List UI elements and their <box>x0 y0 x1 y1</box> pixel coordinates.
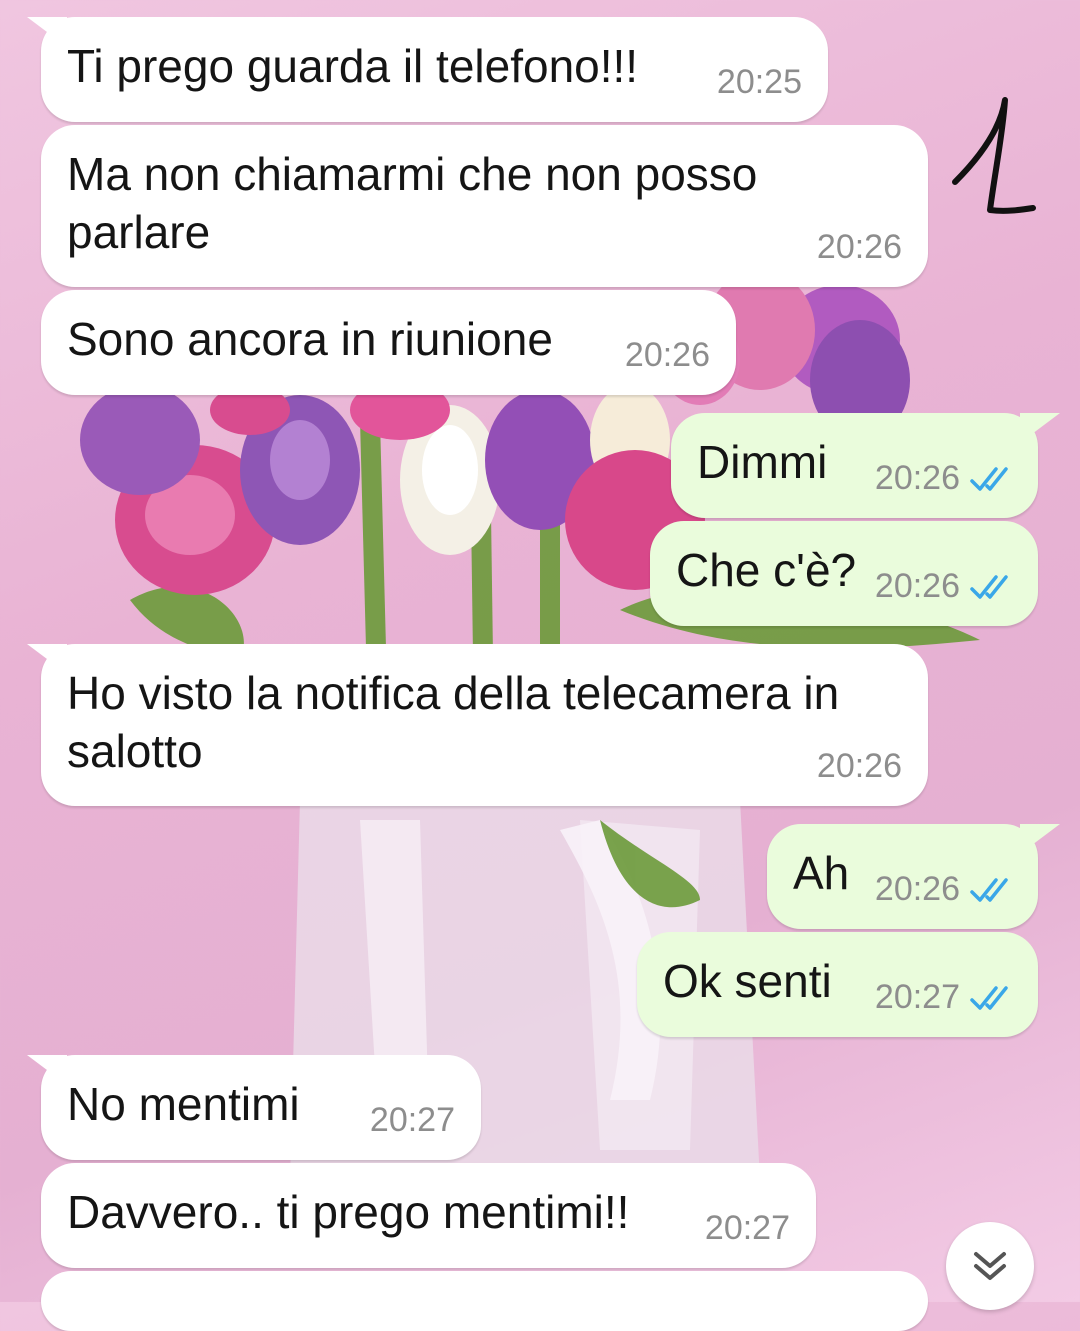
message-time: 20:25 <box>716 63 802 101</box>
read-double-check-icon <box>970 878 1008 902</box>
message-incoming[interactable]: Sono ancora in riunione 20:26 <box>41 290 736 395</box>
message-text: Ok senti <box>663 955 832 1007</box>
message-text: Dimmi <box>697 436 828 488</box>
read-double-check-icon <box>970 467 1008 491</box>
message-time: 20:26 <box>816 228 902 266</box>
handwritten-number-annotation <box>952 97 1036 214</box>
message-outgoing[interactable]: Che c'è? 20:26 <box>650 521 1038 626</box>
bubble-tail <box>27 17 67 47</box>
message-time: 20:27 <box>704 1209 790 1247</box>
message-time: 20:27 <box>874 978 960 1016</box>
double-chevron-down-icon <box>974 1252 1006 1280</box>
message-text: Davvero.. ti prego mentimi!! <box>67 1186 630 1238</box>
bubble-tail <box>1020 824 1060 854</box>
bubble-tail <box>27 1055 67 1085</box>
message-time: 20:26 <box>874 567 960 605</box>
message-incoming[interactable]: Davvero.. ti prego mentimi!! 20:27 <box>41 1163 816 1268</box>
message-incoming[interactable]: No mentimi 20:27 <box>27 1055 481 1160</box>
message-text: Sono ancora in riunione <box>67 313 553 365</box>
scroll-to-bottom-button[interactable] <box>946 1222 1034 1310</box>
message-outgoing[interactable]: Dimmi 20:26 <box>671 413 1060 518</box>
message-time: 20:27 <box>369 1101 455 1139</box>
message-time: 20:26 <box>874 870 960 908</box>
message-text: Che c'è? <box>676 544 857 596</box>
bubble-tail <box>1020 413 1060 443</box>
message-text: Ma non chiamarmi che non posso parlare <box>67 148 758 258</box>
message-outgoing[interactable]: Ah 20:26 <box>767 824 1060 929</box>
read-double-check-icon <box>970 575 1008 599</box>
message-incoming[interactable]: Ho visto la notifica della telecamera in… <box>27 644 928 806</box>
message-text: Ti prego guarda il telefono!!! <box>67 40 639 92</box>
bubble-tail <box>27 644 67 674</box>
message-text: Ah <box>793 847 850 899</box>
message-text: Ho visto la notifica della telecamera in… <box>67 667 840 777</box>
message-incoming[interactable]: Ti prego guarda il telefono!!! 20:25 <box>27 17 828 122</box>
message-incoming[interactable]: Ma non chiamarmi che non posso parlare 2… <box>41 125 928 287</box>
chat-area[interactable]: Ti prego guarda il telefono!!! 20:25 Ma … <box>0 0 1080 1331</box>
message-time: 20:26 <box>624 336 710 374</box>
message-time: 20:26 <box>874 459 960 497</box>
message-outgoing[interactable]: Ok senti 20:27 <box>637 932 1038 1037</box>
message-text: No mentimi <box>67 1078 300 1130</box>
message-incoming-partial[interactable] <box>41 1271 928 1331</box>
read-double-check-icon <box>970 986 1008 1010</box>
message-time: 20:26 <box>816 747 902 785</box>
